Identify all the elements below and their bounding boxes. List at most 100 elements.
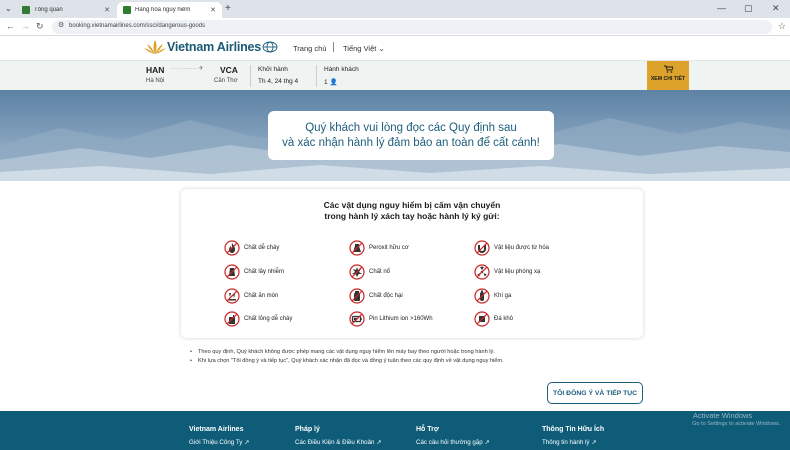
bookmark-star-icon[interactable]: ☆ <box>778 21 786 32</box>
view-details-button[interactable]: XEM CHI TIẾT <box>647 61 689 90</box>
footer-link-label: Giới Thiệu Công Ty <box>189 439 243 446</box>
passenger-count-value: 1 <box>324 79 328 86</box>
item-label: Chất lỏng dễ cháy <box>244 316 293 322</box>
item-label: Khí ga <box>494 293 512 299</box>
tab-label: Hàng hóa nguy hiểm <box>135 7 191 13</box>
footer-heading: Thông Tin Hữu Ích <box>542 426 605 433</box>
card-title-line-1: Các vật dụng nguy hiểm bị cấm vận chuyển <box>323 200 501 210</box>
item-label: Chất ăn mòn <box>244 293 279 299</box>
footer-link-baggage[interactable]: Thông tin hành lý ↗ <box>542 439 596 446</box>
item-label: Vật liệu được từ hóa <box>494 245 549 251</box>
footer-heading: Hỗ Trợ <box>416 426 439 433</box>
sheet-favicon-icon <box>22 6 30 14</box>
depart-label: Khởi hành <box>258 66 288 73</box>
origin-city: Hà Nội <box>146 78 165 84</box>
tab-search-icon[interactable]: ⌄ <box>5 4 12 13</box>
close-window-icon[interactable]: ✕ <box>772 3 780 14</box>
external-link-icon: ↗ <box>484 439 490 446</box>
item-label: Peroxit hữu cơ <box>369 245 409 251</box>
footer-link-label: Thông tin hành lý <box>542 439 590 446</box>
footer-link-about[interactable]: Giới Thiệu Công Ty ↗ <box>189 439 249 446</box>
tab-dangerous-goods[interactable]: Hàng hóa nguy hiểm ✕ <box>117 2 222 18</box>
note-item: Theo quy định, Quý khách không được phép… <box>190 348 660 357</box>
magnet-icon <box>474 240 490 256</box>
external-link-icon: ↗ <box>244 439 250 446</box>
address-bar[interactable]: ⚙ booking.vietnamairlines.com/ssci/dange… <box>52 20 772 34</box>
reload-icon[interactable]: ↻ <box>36 21 44 32</box>
item-corrosive: Chất ăn mòn <box>224 288 278 304</box>
item-radioactive: Vật liệu phóng xạ <box>474 264 540 280</box>
back-icon[interactable]: ← <box>6 21 15 31</box>
nav-divider <box>333 42 334 52</box>
hero-banner: Quý khách vui lòng đọc các Quy định sau … <box>0 90 790 181</box>
url-text[interactable]: booking.vietnamairlines.com/ssci/dangero… <box>69 23 205 29</box>
site-info-icon[interactable]: ⚙ <box>58 21 64 29</box>
skyteam-icon <box>262 41 278 53</box>
note-item: Khi lựa chọn "Tôi đồng ý và tiếp tục", Q… <box>190 357 660 366</box>
origin-code: HAN <box>146 65 165 75</box>
toxic-icon <box>349 288 365 304</box>
external-link-icon: ↗ <box>376 439 382 446</box>
item-magnetized: Vật liệu được từ hóa <box>474 240 549 256</box>
hero-line-1: Quý khách vui lòng đọc các Quy định sau <box>305 122 517 134</box>
lotus-logo-icon[interactable] <box>144 39 166 55</box>
tab-overview[interactable]: Tổng quan ✕ <box>16 2 116 18</box>
footer-link-terms[interactable]: Các Điều Kiện & Điều Khoản ↗ <box>295 439 381 446</box>
close-tab-icon[interactable]: ✕ <box>104 6 110 14</box>
item-label: Vật liệu phóng xạ <box>494 269 541 275</box>
agree-continue-button[interactable]: TÔI ĐỒNG Ý VÀ TIẾP TỤC <box>547 382 643 404</box>
footer-heading: Vietnam Airlines <box>189 426 244 433</box>
language-selector[interactable]: Tiếng Việt ⌄ <box>343 44 385 53</box>
item-label: Chất độc hại <box>369 293 403 299</box>
new-tab-icon[interactable]: + <box>225 3 231 14</box>
radiation-icon <box>474 264 490 280</box>
close-tab-icon[interactable]: ✕ <box>210 6 216 14</box>
item-infectious: Chất lây nhiễm <box>224 264 284 280</box>
item-label: Chất lây nhiễm <box>244 269 285 275</box>
browser-toolbar: ← → ↻ ⚙ booking.vietnamairlines.com/ssci… <box>0 18 790 36</box>
person-icon: 👤 <box>329 79 338 86</box>
minimize-icon[interactable]: — <box>717 3 726 13</box>
passenger-label: Hành khách <box>324 66 359 73</box>
explosive-icon <box>349 264 365 280</box>
booking-divider <box>316 65 317 87</box>
forward-icon[interactable]: → <box>21 21 30 31</box>
item-label: Pin Lithium ion >160Wh <box>369 316 433 322</box>
route-plane-icon: ···········✈ <box>171 66 205 72</box>
sheet-favicon-icon <box>123 6 131 14</box>
nav-home-link[interactable]: Trang chủ <box>293 44 327 53</box>
activation-watermark-subtitle: Go to Settings to activate Windows. <box>692 421 781 427</box>
item-lithium-battery: Pin Lithium ion >160Wh <box>349 311 433 327</box>
gas-cylinder-icon <box>474 288 490 304</box>
item-dry-ice: Đá khô <box>474 311 513 327</box>
corrosive-icon <box>224 288 240 304</box>
footer-link-faq[interactable]: Các câu hỏi thường gặp ↗ <box>416 439 490 446</box>
chevron-down-icon: ⌄ <box>378 44 385 53</box>
view-details-label: XEM CHI TIẾT <box>650 76 686 82</box>
item-flammable: Chất dễ cháy <box>224 240 279 256</box>
item-toxic: Chất độc hại <box>349 288 403 304</box>
peroxide-icon <box>349 240 365 256</box>
item-flammable-liquid: Chất lỏng dễ cháy <box>224 311 292 327</box>
brand-name[interactable]: Vietnam Airlines <box>167 40 261 54</box>
flammable-liquid-icon <box>224 311 240 327</box>
activation-watermark-title: Activate Windows <box>693 411 753 420</box>
item-gas: Khí ga <box>474 288 511 304</box>
site-footer: Vietnam Airlines Giới Thiệu Công Ty ↗ Ph… <box>0 411 790 450</box>
language-label: Tiếng Việt <box>343 44 377 53</box>
destination-code: VCA <box>220 65 238 75</box>
item-explosive: Chất nổ <box>349 264 390 280</box>
browser-tab-strip: ⌄ Tổng quan ✕ Hàng hóa nguy hiểm ✕ + — ▢… <box>0 0 790 18</box>
dangerous-goods-card: Các vật dụng nguy hiểm bị cấm vận chuyển… <box>181 189 643 338</box>
notes-list: Theo quy định, Quý khách không được phép… <box>190 348 660 366</box>
maximize-icon[interactable]: ▢ <box>744 3 753 14</box>
hero-line-2: và xác nhận hành lý đảm bảo an toàn để c… <box>282 137 540 149</box>
depart-date: Th 4, 24 thg 4 <box>258 78 299 85</box>
booking-summary-bar: HAN Hà Nội ···········✈ VCA Cần Thơ Khởi… <box>0 60 790 90</box>
item-label: Chất nổ <box>369 269 391 275</box>
biohazard-icon <box>224 264 240 280</box>
item-label: Chất dễ cháy <box>244 245 280 251</box>
cart-icon <box>664 65 673 73</box>
booking-divider <box>250 65 251 87</box>
destination-city: Cần Thơ <box>214 78 238 84</box>
